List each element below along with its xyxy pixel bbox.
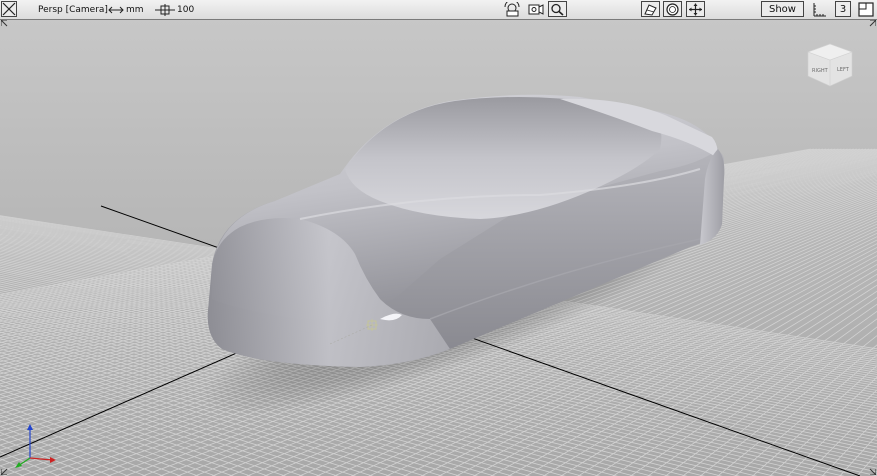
layout-number-button[interactable]: 3 [835, 1, 851, 17]
units-group[interactable]: mm [108, 0, 144, 19]
camera-label-group[interactable]: Persp [Camera] [38, 0, 108, 19]
camera-tumble-button[interactable] [503, 1, 522, 17]
viewcube-left-label: LEFT [837, 67, 850, 73]
sphere-icon [666, 2, 679, 16]
corner-marker-top-left [1, 20, 8, 27]
units-label: mm [126, 4, 144, 15]
grid-snap-icon [813, 2, 826, 16]
close-icon [2, 2, 16, 16]
double-arrow-icon [108, 6, 124, 13]
view-cube[interactable]: RIGHT LEFT [806, 24, 854, 92]
zoom-icon [551, 3, 564, 16]
layout-number: 3 [839, 3, 847, 15]
viewport-window[interactable]: Persp [Camera] mm 100 Show 3 RIGHT LEFT [0, 0, 877, 476]
zoom-button[interactable] [548, 1, 567, 17]
maximize-button[interactable] [857, 1, 875, 17]
scale-group[interactable]: 100 [155, 0, 194, 19]
camera-track-button[interactable] [526, 1, 545, 17]
viewport-toolbar: Persp [Camera] mm 100 Show 3 [0, 0, 877, 20]
grid-snap-button[interactable] [810, 1, 829, 17]
move-icon [689, 3, 702, 15]
corner-marker-bottom-right [869, 468, 876, 475]
viewcube-right-label: RIGHT [812, 68, 829, 74]
perspective-scene[interactable] [0, 19, 877, 476]
maximize-icon [858, 1, 874, 17]
close-button[interactable] [1, 1, 17, 17]
camera-label[interactable]: Persp [Camera] [38, 5, 108, 15]
show-button[interactable]: Show [761, 1, 804, 17]
scale-crosshair-icon [155, 3, 175, 16]
show-button-label: Show [769, 3, 796, 15]
axis-triad-icon [15, 424, 56, 468]
camera-track-icon [528, 3, 544, 15]
camera-tumble-icon [504, 1, 520, 16]
render-mode-icon [644, 3, 657, 16]
render-mode-button[interactable] [641, 1, 660, 17]
sphere-button[interactable] [663, 1, 682, 17]
corner-marker-top-right [869, 20, 876, 27]
scene-canvas [0, 19, 877, 476]
scale-value: 100 [177, 4, 195, 15]
move-button[interactable] [686, 1, 705, 17]
